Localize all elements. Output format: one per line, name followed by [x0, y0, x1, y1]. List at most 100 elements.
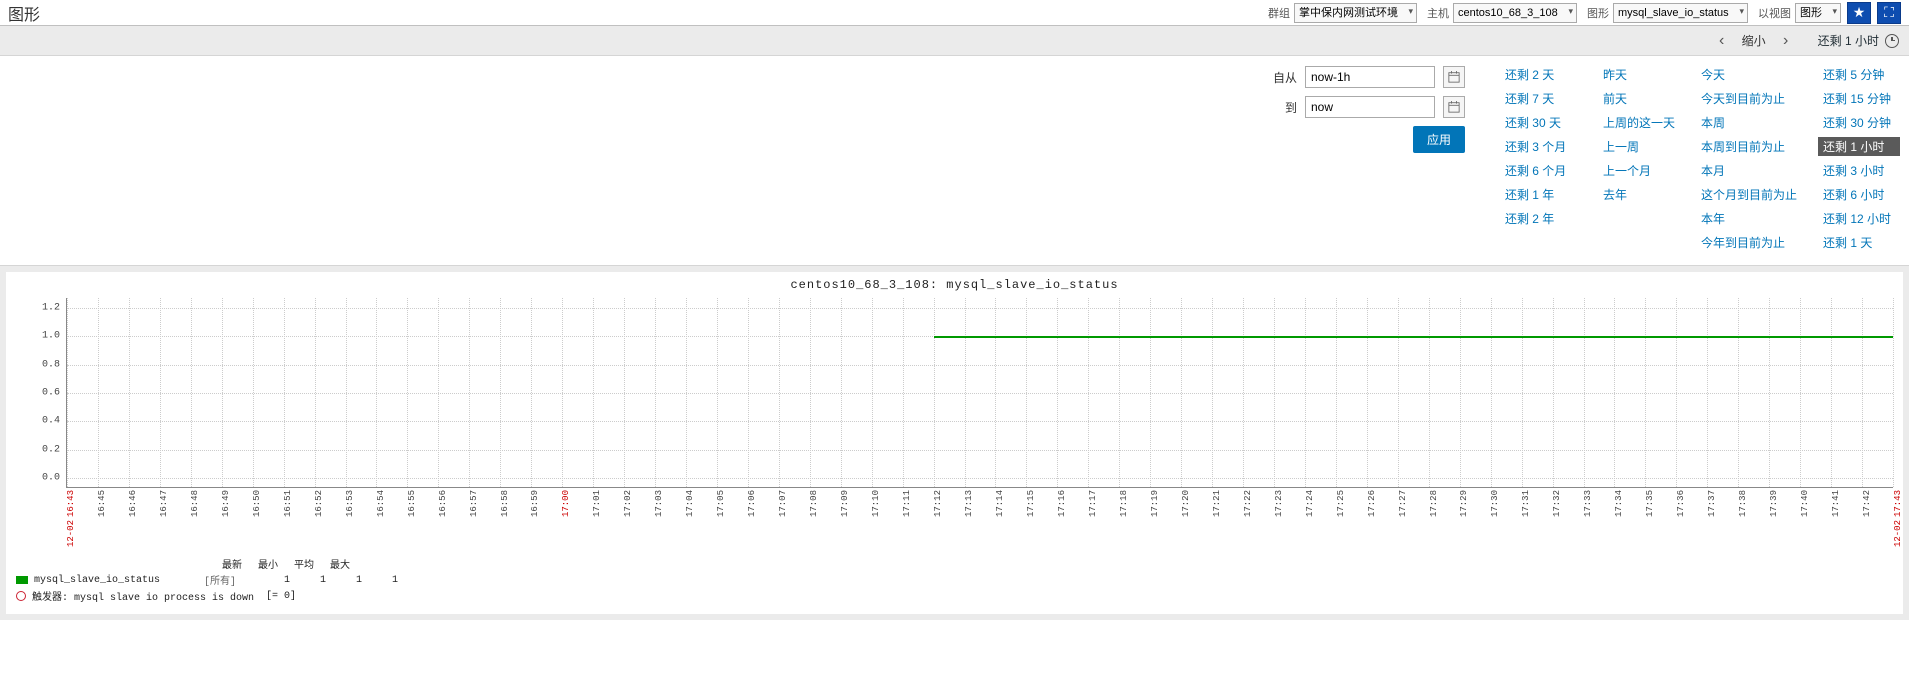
- time-preset-link[interactable]: 上周的这一天: [1603, 114, 1675, 131]
- x-tick: 17:31: [1521, 490, 1531, 517]
- time-preset-link[interactable]: 今年到目前为止: [1701, 234, 1797, 251]
- x-tick: 16:48: [190, 490, 200, 517]
- host-select[interactable]: centos10_68_3_108: [1453, 3, 1577, 23]
- legend-series-name: mysql_slave_io_status: [34, 575, 204, 586]
- current-range-label: 还剩 1 小时: [1818, 32, 1879, 49]
- time-preset-link[interactable]: 本周到目前为止: [1701, 138, 1797, 155]
- grid-line: [1707, 298, 1708, 487]
- x-tick: 17:19: [1150, 490, 1160, 517]
- time-preset-link[interactable]: 本周: [1701, 114, 1797, 131]
- series-line: [934, 336, 1893, 338]
- grid-line: [995, 298, 996, 487]
- x-tick: 17:27: [1398, 490, 1408, 517]
- legend-value: 1: [362, 575, 398, 586]
- grid-line: [531, 298, 532, 487]
- grid-line: [160, 298, 161, 487]
- grid-line: [253, 298, 254, 487]
- favorite-button[interactable]: ★: [1847, 2, 1871, 24]
- view-select[interactable]: 图形: [1795, 3, 1841, 23]
- x-tick: 17:32: [1552, 490, 1562, 517]
- time-preset-link[interactable]: 上一周: [1603, 138, 1675, 155]
- grid-line: [1614, 298, 1615, 487]
- fullscreen-button[interactable]: ⛶: [1877, 2, 1901, 24]
- grid-line: [1769, 298, 1770, 487]
- time-preset-link[interactable]: 还剩 1 年: [1505, 186, 1577, 203]
- time-preset-link[interactable]: 还剩 12 小时: [1823, 210, 1895, 227]
- x-tick: 17:28: [1429, 490, 1439, 517]
- prev-period-button[interactable]: ‹: [1710, 30, 1734, 52]
- grid-line: [593, 298, 594, 487]
- grid-line: [686, 298, 687, 487]
- time-preset-link[interactable]: 还剩 30 天: [1505, 114, 1577, 131]
- time-preset-link[interactable]: 本月: [1701, 162, 1797, 179]
- time-preset-link[interactable]: 还剩 15 分钟: [1823, 90, 1895, 107]
- time-preset-link[interactable]: 还剩 1 天: [1823, 234, 1895, 251]
- time-preset-link[interactable]: 去年: [1603, 186, 1675, 203]
- time-preset-link[interactable]: 昨天: [1603, 66, 1675, 83]
- grid-line: [1212, 298, 1213, 487]
- x-tick: 17:23: [1274, 490, 1284, 517]
- time-preset-link[interactable]: 本年: [1701, 210, 1797, 227]
- grid-line: [407, 298, 408, 487]
- time-preset-link[interactable]: 还剩 6 个月: [1505, 162, 1577, 179]
- x-tick: 17:07: [778, 490, 788, 517]
- time-preset-link[interactable]: 还剩 5 分钟: [1823, 66, 1895, 83]
- trigger-icon: [16, 591, 26, 601]
- grid-line: [810, 298, 811, 487]
- time-preset-link[interactable]: 还剩 3 小时: [1823, 162, 1895, 179]
- time-preset-link[interactable]: 还剩 3 个月: [1505, 138, 1577, 155]
- x-tick: 17:26: [1367, 490, 1377, 517]
- next-period-button[interactable]: ›: [1774, 30, 1798, 52]
- x-tick: 17:36: [1676, 490, 1686, 517]
- x-tick: 17:06: [747, 490, 757, 517]
- x-tick: 17:21: [1212, 490, 1222, 517]
- grid-line: [500, 298, 501, 487]
- grid-line: [438, 298, 439, 487]
- x-tick: 17:13: [964, 490, 974, 517]
- grid-line: [98, 298, 99, 487]
- graph-label: 图形: [1587, 5, 1609, 21]
- grid-line: [1831, 298, 1832, 487]
- x-tick: 17:33: [1583, 490, 1593, 517]
- top-filter-bar: 图形 群组 掌中保内网测试环境 主机 centos10_68_3_108 图形 …: [0, 0, 1909, 26]
- to-calendar-button[interactable]: [1443, 96, 1465, 118]
- x-tick: 17:12: [933, 490, 943, 517]
- time-preset-link[interactable]: 今天: [1701, 66, 1797, 83]
- to-input[interactable]: [1305, 96, 1435, 118]
- legend-header: 最新: [206, 556, 242, 572]
- time-preset-link[interactable]: 还剩 1 小时: [1818, 137, 1900, 156]
- grid-line: [284, 298, 285, 487]
- grid-line: [222, 298, 223, 487]
- group-select[interactable]: 掌中保内网测试环境: [1294, 3, 1417, 23]
- grid-line: [346, 298, 347, 487]
- from-calendar-button[interactable]: [1443, 66, 1465, 88]
- x-tick: 16:53: [345, 490, 355, 517]
- time-preset-link[interactable]: 还剩 6 小时: [1823, 186, 1895, 203]
- time-preset-link[interactable]: 上一个月: [1603, 162, 1675, 179]
- time-preset-link[interactable]: 前天: [1603, 90, 1675, 107]
- legend-value: 1: [254, 575, 290, 586]
- current-range-button[interactable]: 还剩 1 小时: [1818, 32, 1899, 49]
- x-tick: 17:42: [1862, 490, 1872, 517]
- graph-select[interactable]: mysql_slave_io_status: [1613, 3, 1748, 23]
- chart-legend: 最新最小平均最大 mysql_slave_io_status [所有]1111 …: [16, 556, 1893, 604]
- x-tick: 16:46: [128, 490, 138, 517]
- page-title: 图形: [8, 1, 40, 25]
- x-tick: 17:03: [654, 490, 664, 517]
- zoom-out-button[interactable]: 缩小: [1742, 32, 1766, 49]
- time-preset-link[interactable]: 这个月到目前为止: [1701, 186, 1797, 203]
- x-tick: 16:45: [97, 490, 107, 517]
- time-preset-link[interactable]: 还剩 7 天: [1505, 90, 1577, 107]
- apply-button[interactable]: 应用: [1413, 126, 1465, 153]
- y-axis: 0.00.20.40.60.81.01.2: [16, 298, 66, 488]
- time-preset-link[interactable]: 还剩 30 分钟: [1823, 114, 1895, 131]
- clock-icon: [1885, 34, 1899, 48]
- calendar-icon: [1448, 101, 1460, 113]
- time-preset-link[interactable]: 还剩 2 天: [1505, 66, 1577, 83]
- y-tick: 0.2: [42, 444, 60, 455]
- time-preset-link[interactable]: 今天到目前为止: [1701, 90, 1797, 107]
- x-tick: 17:09: [840, 490, 850, 517]
- from-input[interactable]: [1305, 66, 1435, 88]
- view-label: 以视图: [1758, 5, 1791, 21]
- time-preset-link[interactable]: 还剩 2 年: [1505, 210, 1577, 227]
